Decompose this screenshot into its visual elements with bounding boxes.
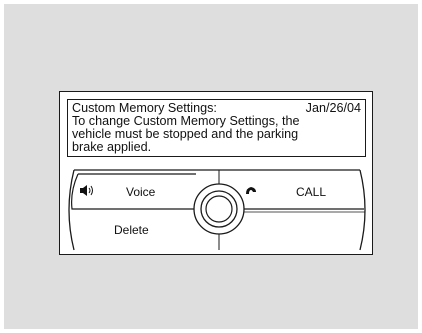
center-knob[interactable]: [194, 184, 244, 234]
delete-button[interactable]: [74, 210, 194, 250]
call-button[interactable]: [244, 171, 360, 209]
voice-control-panel: Custom Memory Settings: Jan/26/04 To cha…: [59, 91, 373, 255]
background-panel: Custom Memory Settings: Jan/26/04 To cha…: [4, 4, 418, 329]
voice-button[interactable]: [74, 174, 196, 209]
